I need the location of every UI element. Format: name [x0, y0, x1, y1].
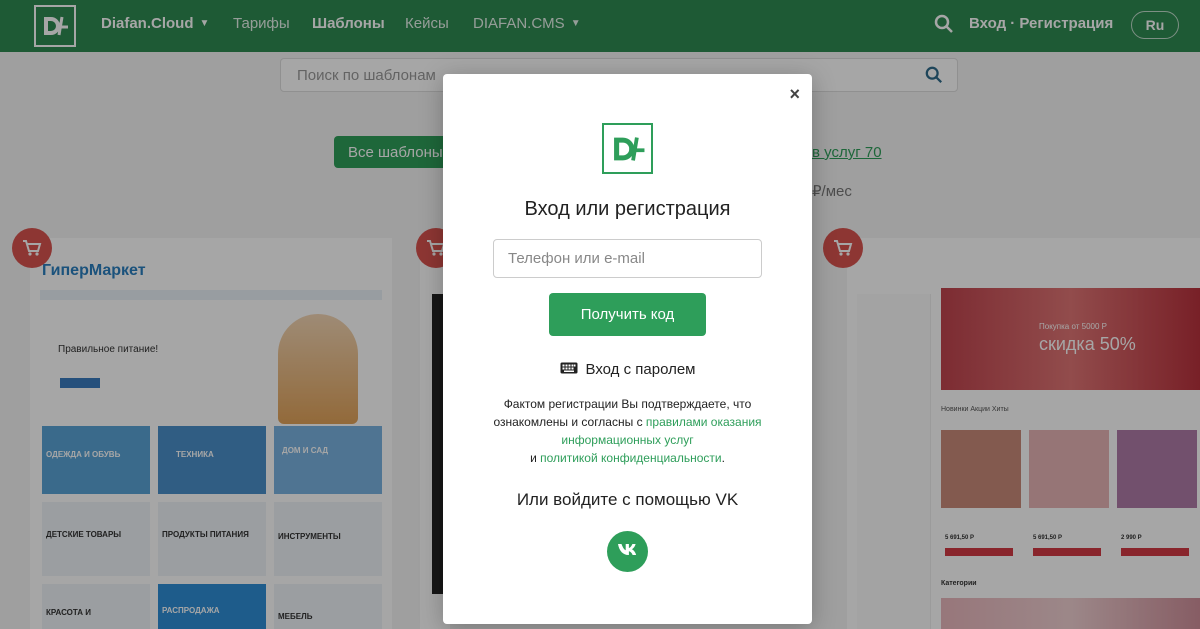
terms-dot: .: [721, 451, 725, 465]
vk-login-button[interactable]: [607, 531, 648, 572]
terms-and: и: [530, 451, 537, 465]
logo-icon: [602, 123, 653, 174]
terms-text: Фактом регистрации Вы подтверждаете, что…: [483, 395, 772, 467]
password-login-label: Вход с паролем: [585, 361, 696, 378]
login-modal: × Вход или регистрация Получить код Вход…: [443, 74, 812, 624]
vk-login-title: Или войдите с помощью VK: [516, 490, 739, 509]
close-icon[interactable]: ×: [789, 84, 800, 105]
password-login-link[interactable]: Вход с паролем: [443, 361, 812, 378]
get-code-button[interactable]: Получить код: [549, 293, 706, 336]
privacy-policy-link[interactable]: политикой конфиденциальности: [540, 451, 721, 465]
vk-icon: [617, 543, 639, 561]
modal-title: Вход или регистрация: [524, 198, 731, 220]
keyboard-icon: [560, 361, 578, 378]
phone-email-input[interactable]: [493, 239, 762, 278]
